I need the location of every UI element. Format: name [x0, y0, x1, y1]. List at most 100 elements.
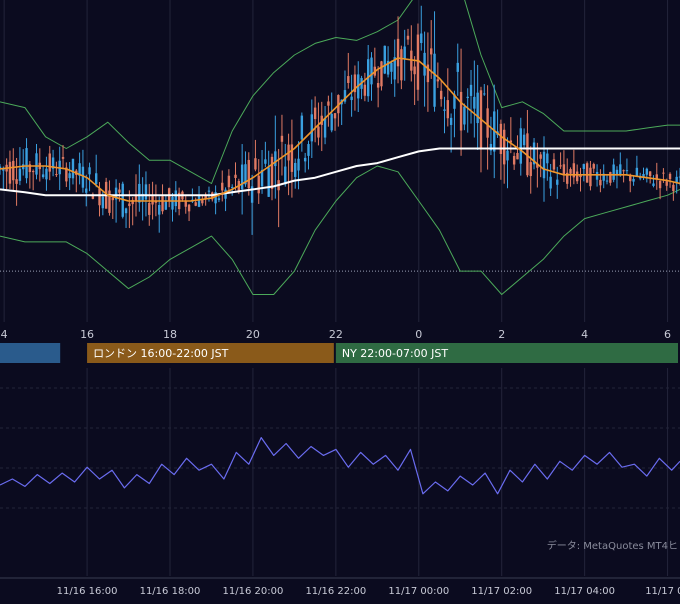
osc-x-tick-label: 11/17 00:00 [388, 586, 449, 597]
candle-body [658, 180, 662, 189]
candle-body [522, 134, 526, 146]
candle-body [516, 152, 519, 160]
main-x-tick-label: 22 [329, 328, 343, 341]
candle-body [303, 157, 307, 162]
candle-body [400, 49, 403, 81]
candle-body [85, 188, 88, 193]
candle-body [330, 113, 333, 131]
candle-body [45, 168, 48, 180]
main-x-tick-label: 4 [1, 328, 8, 341]
candle-body [61, 157, 65, 159]
chart-background [0, 0, 680, 600]
candle-body [31, 171, 35, 173]
candle-body [506, 150, 509, 161]
candle-body [118, 189, 121, 193]
candle-body [383, 45, 386, 74]
osc-x-tick-label: 11/17 02:00 [471, 586, 532, 597]
main-x-tick-label: 2 [498, 328, 505, 341]
candle-body [665, 181, 668, 186]
candle-body [403, 46, 406, 59]
candle-body [430, 48, 433, 55]
candle-body [589, 167, 592, 187]
candle-body [396, 38, 400, 67]
candle-body [257, 175, 260, 194]
candle-body [406, 35, 410, 40]
candle-body [436, 79, 440, 82]
chart-svg: 4 16 18 20 22 0 2 4 6 ロンドン 16:00-22:00 JST NY 22:0… [0, 0, 680, 600]
candle-body [284, 166, 287, 185]
candle-body [194, 202, 197, 206]
candle-body [473, 96, 476, 109]
candle-body [439, 90, 443, 100]
candle-body [672, 184, 675, 192]
osc-x-tick-label: 11/16 16:00 [57, 586, 118, 597]
candle-body [529, 162, 532, 177]
main-x-tick-label: 6 [664, 328, 671, 341]
candle-body [599, 179, 602, 186]
candle-body [98, 188, 101, 206]
candle-body [542, 151, 546, 179]
candle-body [459, 91, 463, 131]
candle-body [144, 184, 148, 200]
candle-body [648, 171, 652, 177]
candle-body [635, 167, 639, 176]
main-x-tick-label: 20 [246, 328, 260, 341]
candle-body [158, 205, 161, 215]
candle-body [294, 162, 297, 177]
candle-body [380, 61, 383, 87]
candle-body [605, 180, 609, 182]
candle-body [486, 108, 489, 138]
candle-body [174, 190, 178, 207]
osc-x-tick-label: 11/16 20:00 [223, 586, 284, 597]
candle-body [230, 186, 234, 188]
candle-body [443, 109, 446, 111]
candle-body [124, 208, 128, 214]
main-x-tick-label: 0 [415, 328, 422, 341]
candle-body [416, 34, 420, 90]
candle-body [25, 148, 28, 179]
candle-body [307, 144, 310, 156]
candle-body [317, 126, 320, 138]
osc-x-tick-label: 11/16 18:00 [140, 586, 201, 597]
candle-body [333, 113, 337, 119]
candle-body [662, 172, 665, 174]
candle-body [310, 114, 314, 142]
candle-body [456, 62, 459, 72]
candle-body [668, 173, 672, 180]
candle-body [552, 159, 556, 170]
candle-body [446, 100, 450, 119]
candle-body [254, 158, 257, 170]
candle-body [652, 183, 655, 186]
chart-root: 4 16 18 20 22 0 2 4 6 ロンドン 16:00-22:00 JST NY 22:0… [0, 0, 680, 600]
candle-body [12, 160, 15, 181]
candle-body [15, 179, 18, 184]
candle-body [297, 158, 300, 171]
candle-body [171, 196, 174, 210]
candle-body [575, 171, 579, 182]
candle-body [476, 92, 479, 124]
candle-body [569, 169, 572, 174]
candle-body [313, 107, 317, 120]
candle-body [469, 84, 473, 96]
candle-body [81, 166, 85, 188]
candle-body [327, 101, 330, 106]
main-x-tick-label: 4 [581, 328, 588, 341]
main-x-tick-label: 18 [163, 328, 177, 341]
candle-body [247, 159, 250, 189]
candle-body [187, 204, 191, 212]
candle-body [483, 93, 486, 95]
candle-body [184, 201, 187, 207]
candle-body [227, 175, 231, 188]
candle-body [207, 190, 211, 192]
candle-body [55, 174, 58, 176]
main-x-tick-label: 16 [80, 328, 94, 341]
candle-body [88, 167, 91, 175]
candle-body [161, 196, 164, 212]
candle-body [512, 155, 516, 165]
session-label: NY 22:00-07:00 JST [342, 347, 449, 360]
candle-body [347, 76, 350, 83]
candle-body [148, 202, 151, 215]
candle-body [35, 153, 38, 175]
candle-body [502, 129, 506, 165]
candle-body [217, 198, 221, 200]
